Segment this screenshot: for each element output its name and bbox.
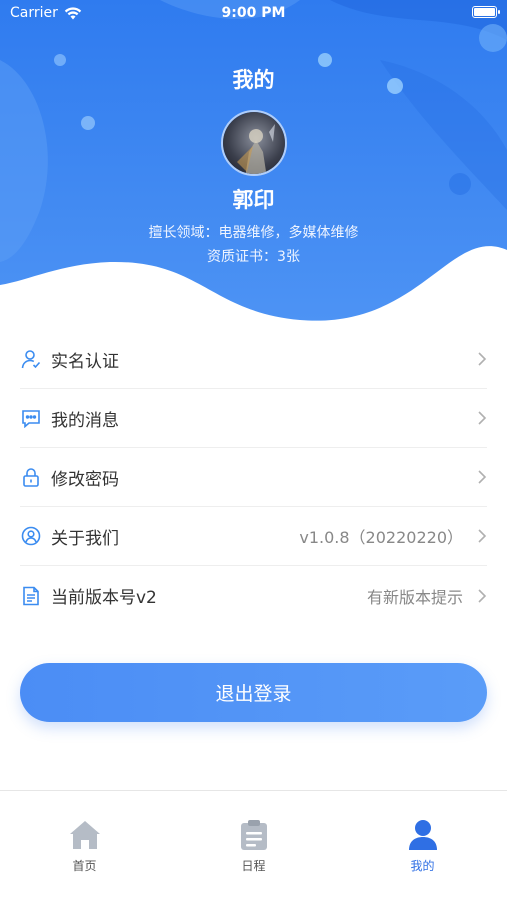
person-icon xyxy=(409,820,437,850)
page-title: 我的 xyxy=(232,68,275,92)
battery-icon xyxy=(472,6,500,18)
menu-item-current-version[interactable]: 当前版本号v2 有新版本提示 xyxy=(20,566,487,625)
status-time: 9:00 PM xyxy=(221,5,286,21)
user-verify-icon xyxy=(20,348,42,370)
tab-home[interactable]: 首页 xyxy=(0,791,169,900)
chevron-right-icon xyxy=(478,352,487,366)
update-hint-value: 有新版本提示 xyxy=(366,587,463,607)
user-name: 郭印 xyxy=(232,188,275,212)
menu-item-about-us[interactable]: 关于我们 v1.0.8（20220220） xyxy=(20,507,487,566)
user-specialty: 擅长领域：电器维修，多媒体维修 xyxy=(148,225,359,241)
tab-label: 日程 xyxy=(241,859,266,873)
user-certificates: 资质证书：3张 xyxy=(207,249,300,265)
message-icon xyxy=(20,407,42,429)
tab-mine[interactable]: 我的 xyxy=(338,791,507,900)
menu-label: 我的消息 xyxy=(51,410,119,431)
avatar[interactable] xyxy=(221,110,287,176)
lock-icon xyxy=(20,466,42,488)
chevron-right-icon xyxy=(478,588,487,603)
chevron-right-icon xyxy=(478,529,487,543)
menu-label: 当前版本号v2 xyxy=(51,588,157,608)
menu-label: 修改密码 xyxy=(51,469,119,490)
tab-bar: 首页 日程 我的 xyxy=(0,790,507,900)
menu-item-change-password[interactable]: 修改密码 xyxy=(20,448,487,507)
menu-item-my-messages[interactable]: 我的消息 xyxy=(20,389,487,448)
about-icon xyxy=(20,525,42,547)
clipboard-icon xyxy=(241,820,267,850)
chevron-right-icon xyxy=(478,470,487,484)
menu-label: 关于我们 xyxy=(51,528,119,549)
app-version-value: v1.0.8（20220220） xyxy=(299,528,463,547)
settings-menu: 实名认证 我的消息 修改密码 关于我们 v1.0.8（20220220） 当前版… xyxy=(0,330,507,625)
menu-item-real-name-verification[interactable]: 实名认证 xyxy=(20,330,487,389)
status-bar: Carrier 9:00 PM xyxy=(0,0,507,28)
tab-label: 首页 xyxy=(72,859,97,873)
logout-button[interactable]: 退出登录 xyxy=(20,663,487,722)
tab-label: 我的 xyxy=(410,859,435,873)
home-icon xyxy=(70,821,100,849)
profile-header: Carrier 9:00 PM 我的 郭印 擅长领域：电器维修，多媒体维修 资质… xyxy=(0,0,507,340)
tab-schedule[interactable]: 日程 xyxy=(169,791,338,900)
document-icon xyxy=(20,585,42,607)
chevron-right-icon xyxy=(478,411,487,425)
menu-label: 实名认证 xyxy=(51,351,119,372)
